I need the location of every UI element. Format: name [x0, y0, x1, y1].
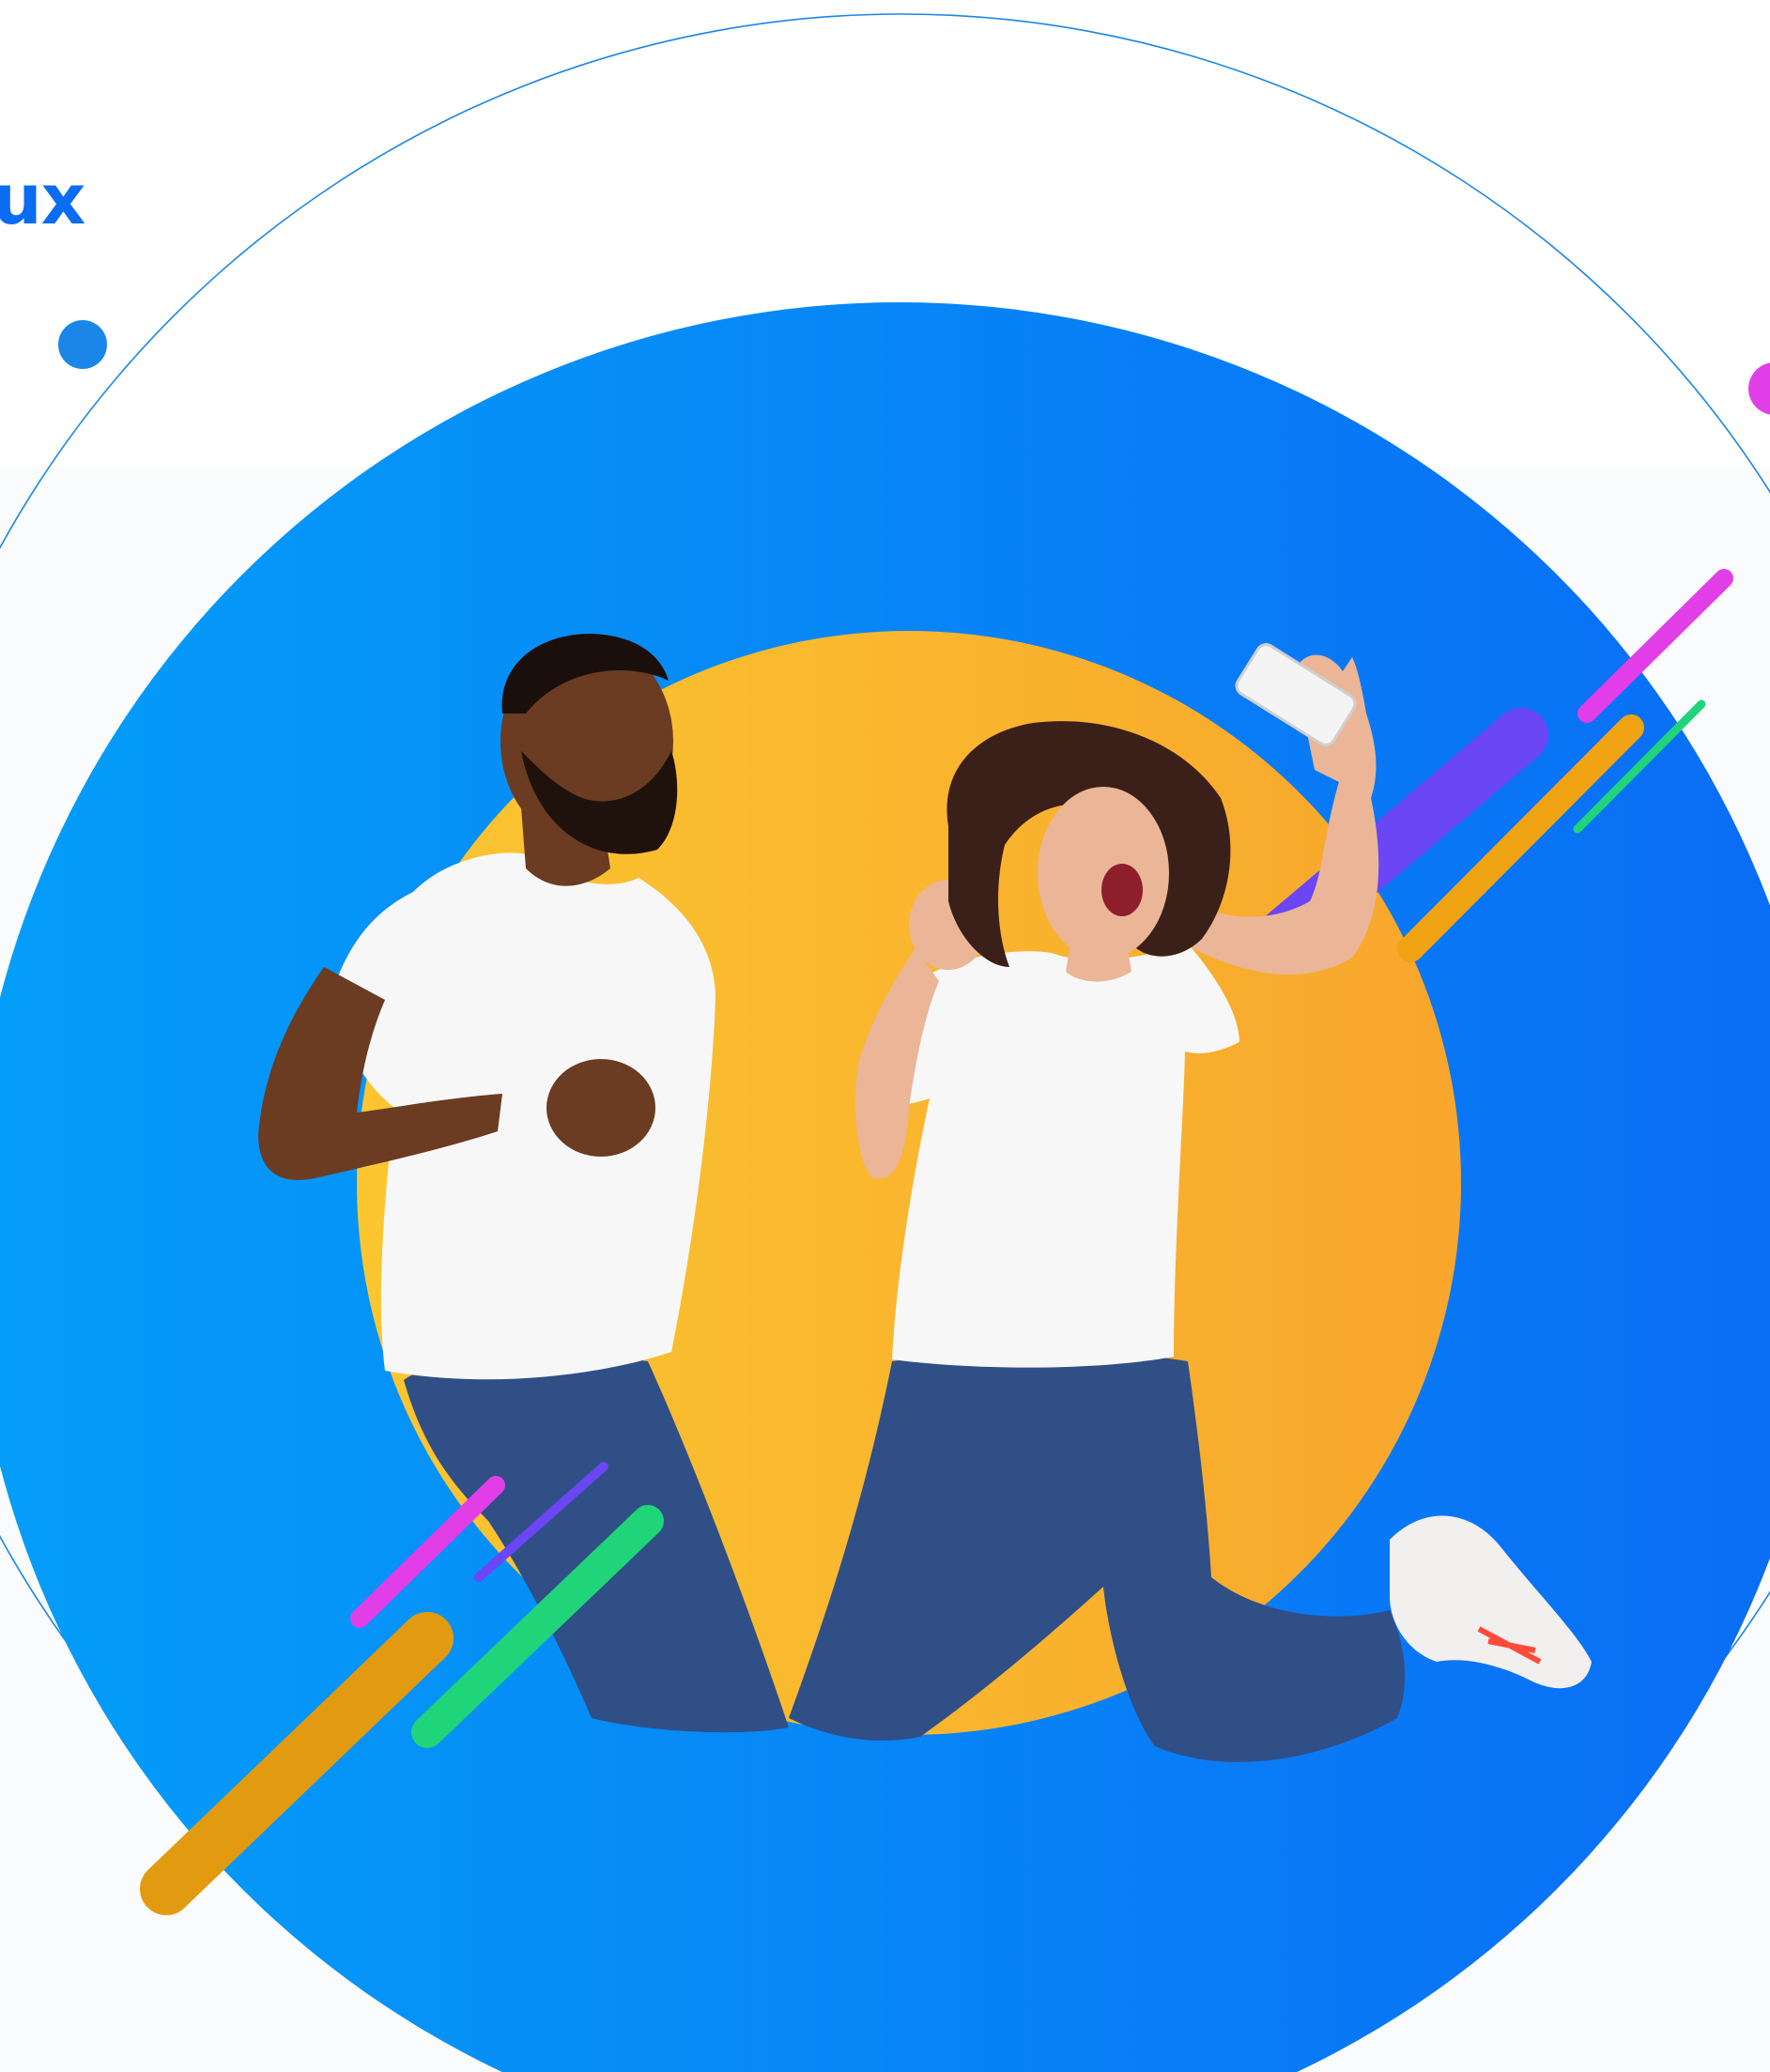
hero-illustration: [0, 13, 1770, 2072]
man-fist: [546, 1059, 655, 1157]
blue-dot-icon: [58, 320, 107, 369]
woman-neck: [1066, 944, 1131, 982]
woman-mouth: [1101, 864, 1143, 916]
magenta-dot-icon: [1748, 362, 1770, 415]
hero-canvas: ux: [0, 0, 1770, 2072]
woman-face: [1038, 787, 1169, 959]
